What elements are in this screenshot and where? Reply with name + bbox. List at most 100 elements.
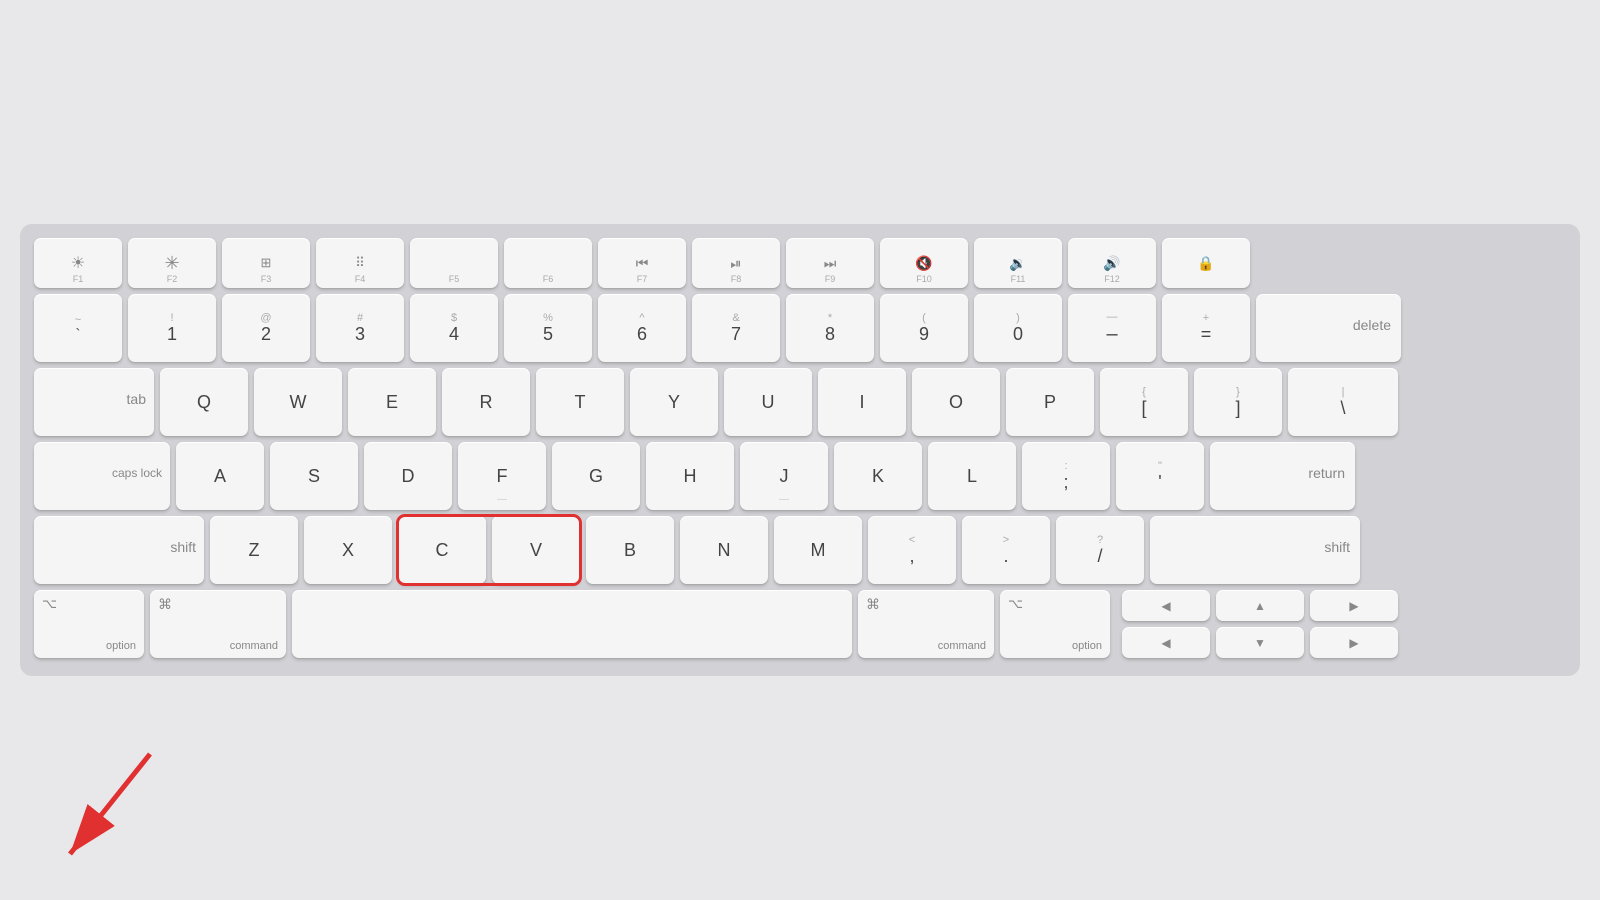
zxcv-row: shift Z X C V B N M < , > . ? / shift <box>34 516 1566 584</box>
brightness-up-icon: ✳ <box>164 253 179 274</box>
key-u[interactable]: U <box>724 368 812 436</box>
command-right-label: command <box>938 640 986 652</box>
key-arrow-up[interactable]: ▲ <box>1216 590 1304 621</box>
key-f12[interactable]: 🔊 F12 <box>1068 238 1156 288</box>
key-a[interactable]: A <box>176 442 264 510</box>
key-f6[interactable]: F6 <box>504 238 592 288</box>
key-minus[interactable]: — – <box>1068 294 1156 362</box>
key-lshift[interactable]: shift <box>34 516 204 584</box>
key-h[interactable]: H <box>646 442 734 510</box>
vol-up-icon: 🔊 <box>1103 255 1120 272</box>
key-delete[interactable]: delete <box>1256 294 1401 362</box>
key-y[interactable]: Y <box>630 368 718 436</box>
key-equal[interactable]: + = <box>1162 294 1250 362</box>
key-tab[interactable]: tab <box>34 368 154 436</box>
key-k[interactable]: K <box>834 442 922 510</box>
key-f5[interactable]: F5 <box>410 238 498 288</box>
keyboard: ☀ F1 ✳ F2 ⊞ F3 ⠿ F4 F5 F6 ⏮ F7 ⏯ F8 <box>20 224 1580 676</box>
key-z[interactable]: Z <box>210 516 298 584</box>
key-f8[interactable]: ⏯ F8 <box>692 238 780 288</box>
asdf-row: caps lock A S D F — G H J — K L : ; " ' … <box>34 442 1566 510</box>
key-arrow-down[interactable]: ▼ <box>1216 627 1304 658</box>
key-f11[interactable]: 🔉 F11 <box>974 238 1062 288</box>
key-comma[interactable]: < , <box>868 516 956 584</box>
key-l[interactable]: L <box>928 442 1016 510</box>
key-b[interactable]: B <box>586 516 674 584</box>
key-e[interactable]: E <box>348 368 436 436</box>
qwerty-row: tab Q W E R T Y U I O P { [ } ] | \ <box>34 368 1566 436</box>
key-tilde[interactable]: ~ ` <box>34 294 122 362</box>
key-option-right[interactable]: ⌥ option <box>1000 590 1110 658</box>
key-return[interactable]: return <box>1210 442 1355 510</box>
key-f2[interactable]: ✳ F2 <box>128 238 216 288</box>
key-q[interactable]: Q <box>160 368 248 436</box>
key-f1[interactable]: ☀ F1 <box>34 238 122 288</box>
f3-label: F3 <box>222 274 310 284</box>
key-0[interactable]: ) 0 <box>974 294 1062 362</box>
fn-row: ☀ F1 ✳ F2 ⊞ F3 ⠿ F4 F5 F6 ⏮ F7 ⏯ F8 <box>34 238 1566 288</box>
key-v[interactable]: V <box>492 516 580 584</box>
key-g[interactable]: G <box>552 442 640 510</box>
key-1[interactable]: ! 1 <box>128 294 216 362</box>
key-period[interactable]: > . <box>962 516 1050 584</box>
mission-control-icon: ⊞ <box>261 255 272 271</box>
key-arrow-left[interactable]: ◀ <box>1122 590 1210 621</box>
key-x[interactable]: X <box>304 516 392 584</box>
key-lbracket[interactable]: { [ <box>1100 368 1188 436</box>
key-f9[interactable]: ⏭ F9 <box>786 238 874 288</box>
key-w[interactable]: W <box>254 368 342 436</box>
key-i[interactable]: I <box>818 368 906 436</box>
key-n[interactable]: N <box>680 516 768 584</box>
key-command-left[interactable]: ⌘ command <box>150 590 286 658</box>
key-lock[interactable]: 🔒 <box>1162 238 1250 288</box>
key-3[interactable]: # 3 <box>316 294 404 362</box>
key-backslash[interactable]: | \ <box>1288 368 1398 436</box>
arrow-top-row: ◀ ▲ ▶ <box>1122 590 1398 621</box>
key-command-right[interactable]: ⌘ command <box>858 590 994 658</box>
key-rbracket[interactable]: } ] <box>1194 368 1282 436</box>
key-option-left[interactable]: ⌥ option <box>34 590 144 658</box>
key-t[interactable]: T <box>536 368 624 436</box>
red-arrow-indicator <box>50 744 180 874</box>
key-6[interactable]: ^ 6 <box>598 294 686 362</box>
key-r[interactable]: R <box>442 368 530 436</box>
option-left-label: option <box>106 640 136 652</box>
key-7[interactable]: & 7 <box>692 294 780 362</box>
key-semicolon[interactable]: : ; <box>1022 442 1110 510</box>
key-f3[interactable]: ⊞ F3 <box>222 238 310 288</box>
key-f10[interactable]: 🔇 F10 <box>880 238 968 288</box>
key-f4[interactable]: ⠿ F4 <box>316 238 404 288</box>
key-rshift[interactable]: shift <box>1150 516 1360 584</box>
f8-label: F8 <box>692 274 780 284</box>
key-j[interactable]: J — <box>740 442 828 510</box>
key-m[interactable]: M <box>774 516 862 584</box>
key-d[interactable]: D <box>364 442 452 510</box>
key-9[interactable]: ( 9 <box>880 294 968 362</box>
f9-label: F9 <box>786 274 874 284</box>
key-slash[interactable]: ? / <box>1056 516 1144 584</box>
key-f[interactable]: F — <box>458 442 546 510</box>
key-2[interactable]: @ 2 <box>222 294 310 362</box>
key-caps[interactable]: caps lock <box>34 442 170 510</box>
key-8[interactable]: * 8 <box>786 294 874 362</box>
brightness-down-icon: ☀ <box>71 253 85 273</box>
option-right-label: option <box>1072 640 1102 652</box>
key-o[interactable]: O <box>912 368 1000 436</box>
key-arrow-right2[interactable]: ▶ <box>1310 627 1398 658</box>
f1-label: F1 <box>34 274 122 284</box>
key-quote[interactable]: " ' <box>1116 442 1204 510</box>
key-c[interactable]: C <box>398 516 486 584</box>
key-space[interactable] <box>292 590 852 658</box>
key-4[interactable]: $ 4 <box>410 294 498 362</box>
key-p[interactable]: P <box>1006 368 1094 436</box>
f2-label: F2 <box>128 274 216 284</box>
key-arrow-left2[interactable]: ◀ <box>1122 627 1210 658</box>
lock-icon: 🔒 <box>1197 255 1214 272</box>
key-f7[interactable]: ⏮ F7 <box>598 238 686 288</box>
key-arrow-right[interactable]: ▶ <box>1310 590 1398 621</box>
f4-label: F4 <box>316 274 404 284</box>
key-5[interactable]: % 5 <box>504 294 592 362</box>
arrow-bottom-row: ◀ ▼ ▶ <box>1122 627 1398 658</box>
key-s[interactable]: S <box>270 442 358 510</box>
f11-label: F11 <box>974 274 1062 284</box>
